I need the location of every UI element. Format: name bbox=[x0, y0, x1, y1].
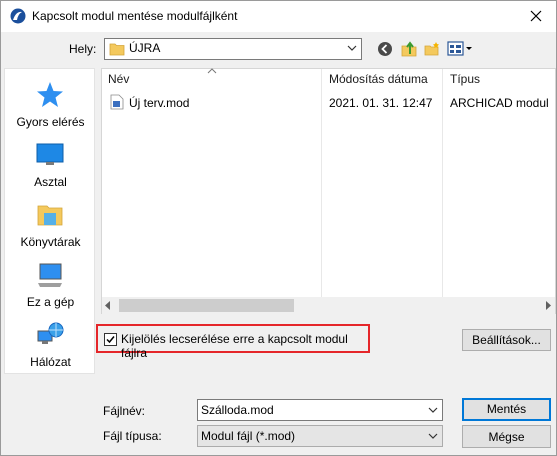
scroll-right-icon[interactable] bbox=[545, 301, 551, 310]
save-dialog: Kapcsolt modul mentése modulfájlként Hel… bbox=[0, 0, 557, 456]
settings-button[interactable]: Beállítások... bbox=[462, 329, 551, 351]
sidebar-item-label: Asztal bbox=[34, 175, 67, 189]
file-name: Új terv.mod bbox=[129, 96, 190, 110]
cancel-button[interactable]: Mégse bbox=[462, 425, 551, 448]
network-icon bbox=[37, 322, 64, 344]
computer-icon bbox=[38, 263, 62, 287]
sidebar-item-desktop[interactable]: Asztal bbox=[5, 139, 96, 199]
filename-input[interactable]: Szálloda.mod bbox=[197, 399, 443, 421]
save-button[interactable]: Mentés bbox=[462, 398, 551, 421]
column-divider[interactable] bbox=[321, 69, 322, 297]
libraries-icon bbox=[37, 205, 63, 226]
column-header-type[interactable]: Típus bbox=[450, 72, 480, 86]
sidebar-item-label: Ez a gép bbox=[26, 295, 75, 309]
horizontal-scrollbar[interactable] bbox=[102, 297, 555, 314]
filetype-label: Fájl típusa: bbox=[103, 429, 162, 443]
checkmark-icon bbox=[106, 336, 115, 344]
window-title: Kapcsolt modul mentése modulfájlként bbox=[32, 9, 238, 23]
filename-label: Fájlnév: bbox=[103, 404, 146, 418]
sidebar-item-label: Hálózat bbox=[30, 355, 71, 369]
close-icon bbox=[530, 10, 542, 22]
replace-selection-label: Kijelölés lecserélése erre a kapcsolt mo… bbox=[121, 332, 348, 360]
places-sidebar: Gyors elérés Asztal Könyvtárak Ez a gép bbox=[4, 68, 95, 374]
new-folder-icon[interactable] bbox=[423, 40, 441, 58]
chevron-down-icon bbox=[428, 433, 438, 439]
up-folder-icon[interactable] bbox=[400, 40, 418, 58]
replace-selection-option: Kijelölés lecserélése erre a kapcsolt mo… bbox=[96, 324, 370, 360]
folder-icon bbox=[109, 43, 125, 56]
filetype-select[interactable]: Modul fájl (*.mod) bbox=[197, 425, 443, 447]
sidebar-item-this-pc[interactable]: Ez a gép bbox=[5, 259, 96, 319]
filename-value: Szálloda.mod bbox=[201, 403, 274, 417]
scrollbar-thumb[interactable] bbox=[119, 299, 294, 312]
chevron-down-icon bbox=[347, 45, 357, 51]
column-header-name[interactable]: Név bbox=[108, 72, 129, 86]
close-button[interactable] bbox=[522, 5, 550, 27]
location-label: Hely: bbox=[69, 42, 97, 56]
replace-selection-checkbox[interactable] bbox=[104, 333, 117, 346]
column-header-modified[interactable]: Módosítás dátuma bbox=[329, 72, 428, 86]
column-divider[interactable] bbox=[442, 69, 443, 297]
view-menu-icon[interactable] bbox=[447, 41, 473, 57]
archicad-app-icon bbox=[10, 8, 26, 24]
desktop-icon bbox=[36, 143, 64, 165]
sort-up-icon bbox=[207, 68, 217, 74]
file-list: Név Módosítás dátuma Típus Új terv.mod 2… bbox=[101, 68, 556, 314]
location-value: ÚJRA bbox=[129, 41, 161, 55]
back-icon[interactable] bbox=[377, 41, 393, 57]
star-icon bbox=[37, 82, 63, 107]
sidebar-item-network[interactable]: Hálózat bbox=[5, 319, 96, 379]
scroll-left-icon[interactable] bbox=[105, 301, 111, 310]
filetype-value: Modul fájl (*.mod) bbox=[201, 429, 296, 443]
sidebar-item-quick-access[interactable]: Gyors elérés bbox=[5, 79, 96, 139]
sidebar-item-libraries[interactable]: Könyvtárak bbox=[5, 199, 96, 259]
sidebar-item-label: Gyors elérés bbox=[16, 115, 85, 129]
file-type: ARCHICAD modul bbox=[450, 96, 549, 110]
sidebar-item-label: Könyvtárak bbox=[20, 235, 81, 249]
chevron-down-icon[interactable] bbox=[428, 405, 438, 415]
title-bar: Kapcsolt modul mentése modulfájlként bbox=[1, 1, 556, 32]
module-file-icon bbox=[110, 94, 124, 110]
file-modified: 2021. 01. 31. 12:47 bbox=[329, 96, 433, 110]
location-combo[interactable]: ÚJRA bbox=[104, 38, 362, 60]
